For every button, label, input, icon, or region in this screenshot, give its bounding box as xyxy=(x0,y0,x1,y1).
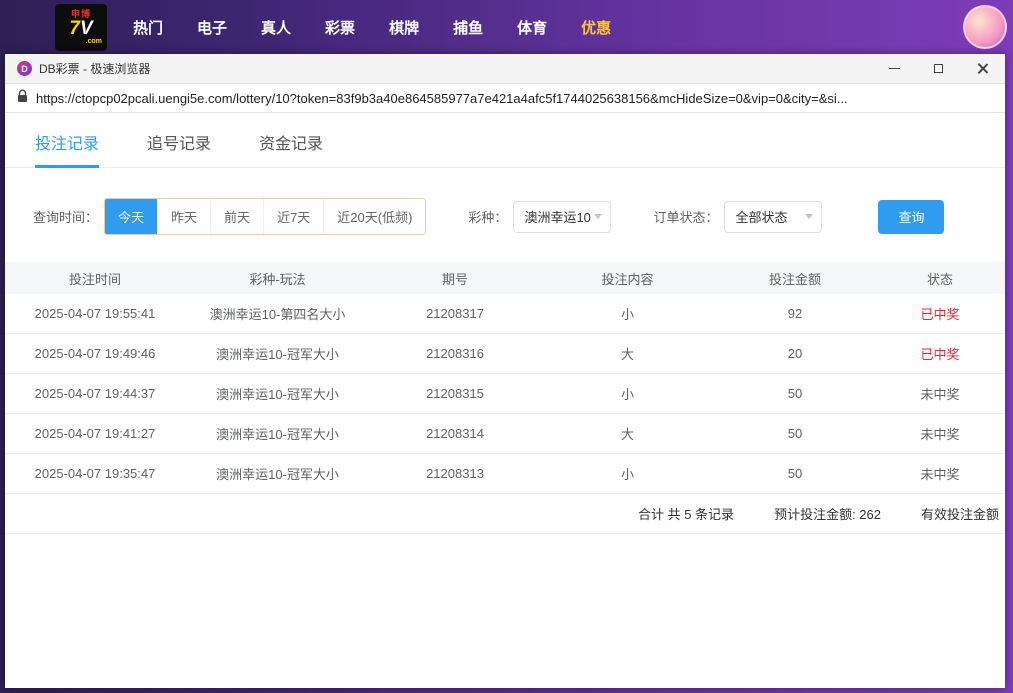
table-row: 2025-04-07 19:49:46 澳洲幸运10-冠军大小 21208316… xyxy=(5,334,1005,374)
site-nav-items: 热门 电子 真人 彩票 棋牌 捕鱼 体育 优惠 xyxy=(133,17,611,38)
table-header-row: 投注时间彩种-玩法期号投注内容投注金额状态 xyxy=(5,262,1005,294)
bet-records-table: 投注时间彩种-玩法期号投注内容投注金额状态 2025-04-07 19:55:4… xyxy=(5,262,1005,534)
site-logo-suffix: .com xyxy=(55,38,107,45)
nav-item[interactable]: 体育 xyxy=(517,17,547,38)
table-body: 2025-04-07 19:55:41 澳洲幸运10-第四名大小 2120831… xyxy=(5,294,1005,494)
maximize-icon[interactable] xyxy=(931,62,945,76)
bet-issue: 21208316 xyxy=(370,346,540,361)
nav-item[interactable]: 彩票 xyxy=(325,17,355,38)
close-icon[interactable] xyxy=(975,62,989,76)
bet-content: 小 xyxy=(540,304,715,323)
column-header: 期号 xyxy=(370,269,540,288)
bet-status: 已中奖 xyxy=(875,344,1005,363)
browser-favicon-icon: D xyxy=(17,61,32,76)
column-header: 投注金额 xyxy=(715,269,875,288)
time-range-option[interactable]: 昨天 xyxy=(157,199,210,234)
bet-amount: 20 xyxy=(715,346,875,361)
filter-bar: 查询时间： 今天昨天前天近7天近20天(低频) 彩种： 澳洲幸运10 订单状态：… xyxy=(33,198,1005,235)
column-header: 投注内容 xyxy=(540,269,715,288)
bet-amount: 50 xyxy=(715,466,875,481)
bet-amount: 50 xyxy=(715,386,875,401)
site-logo[interactable]: 申博 7V .com xyxy=(55,4,107,51)
time-range-option[interactable]: 前天 xyxy=(210,199,263,234)
summary-valid-amount: 有效投注金额 xyxy=(921,504,999,523)
table-row: 2025-04-07 19:55:41 澳洲幸运10-第四名大小 2120831… xyxy=(5,294,1005,334)
bet-issue: 21208317 xyxy=(370,306,540,321)
order-status-select[interactable]: 全部状态 xyxy=(724,201,822,233)
lottery-filter-label: 彩种： xyxy=(468,207,507,226)
table-row: 2025-04-07 19:41:27 澳洲幸运10-冠军大小 21208314… xyxy=(5,414,1005,454)
bet-time: 2025-04-07 19:55:41 xyxy=(5,306,185,321)
bet-time: 2025-04-07 19:49:46 xyxy=(5,346,185,361)
bet-status: 已中奖 xyxy=(875,304,1005,323)
table-row: 2025-04-07 19:35:47 澳洲幸运10-冠军大小 21208313… xyxy=(5,454,1005,494)
table-summary-row: 合计 共 5 条记录 预计投注金额: 262 有效投注金额 xyxy=(5,494,1005,534)
summary-total: 合计 共 5 条记录 xyxy=(638,504,734,523)
column-header: 彩种-玩法 xyxy=(185,269,370,288)
bet-content: 小 xyxy=(540,464,715,483)
order-status-value: 全部状态 xyxy=(735,207,787,226)
bet-amount: 50 xyxy=(715,426,875,441)
url-text: https://ctopcp02pcali.uengi5e.com/lotter… xyxy=(36,91,848,106)
time-range-option[interactable]: 近20天(低频) xyxy=(323,199,425,234)
record-tabs: 投注记录 追号记录 资金记录 xyxy=(5,113,1005,168)
bet-status: 未中奖 xyxy=(875,464,1005,483)
lottery-select-value: 澳洲幸运10 xyxy=(524,207,590,226)
column-header: 状态 xyxy=(875,269,1005,288)
time-filter-label: 查询时间： xyxy=(33,207,98,226)
bet-status: 未中奖 xyxy=(875,384,1005,403)
nav-item[interactable]: 优惠 xyxy=(581,17,611,38)
tab[interactable]: 追号记录 xyxy=(147,130,211,167)
user-avatar[interactable] xyxy=(963,5,1007,49)
bet-amount: 92 xyxy=(715,306,875,321)
column-header: 投注时间 xyxy=(5,269,185,288)
table-row: 2025-04-07 19:44:37 澳洲幸运10-冠军大小 21208315… xyxy=(5,374,1005,414)
tab[interactable]: 资金记录 xyxy=(259,130,323,167)
bet-game: 澳洲幸运10-第四名大小 xyxy=(185,304,370,323)
site-logo-main-text: 7V xyxy=(55,20,107,38)
site-navbar: 申博 7V .com 热门 电子 真人 彩票 棋牌 捕鱼 体育 优惠 xyxy=(0,0,1013,54)
bet-game: 澳洲幸运10-冠军大小 xyxy=(185,384,370,403)
lock-icon xyxy=(17,89,28,108)
bet-game: 澳洲幸运10-冠军大小 xyxy=(185,344,370,363)
time-range-option[interactable]: 近7天 xyxy=(263,199,323,234)
nav-item[interactable]: 真人 xyxy=(261,17,291,38)
nav-item[interactable]: 电子 xyxy=(197,17,227,38)
bet-time: 2025-04-07 19:44:37 xyxy=(5,386,185,401)
bet-game: 澳洲幸运10-冠军大小 xyxy=(185,464,370,483)
bet-game: 澳洲幸运10-冠军大小 xyxy=(185,424,370,443)
lottery-select[interactable]: 澳洲幸运10 xyxy=(513,201,611,233)
bet-time: 2025-04-07 19:35:47 xyxy=(5,466,185,481)
minimize-icon[interactable] xyxy=(887,62,901,76)
chevron-down-icon xyxy=(805,214,813,219)
bet-status: 未中奖 xyxy=(875,424,1005,443)
nav-item[interactable]: 捕鱼 xyxy=(453,17,483,38)
time-range-option[interactable]: 今天 xyxy=(105,199,157,234)
bet-content: 大 xyxy=(540,344,715,363)
nav-item[interactable]: 棋牌 xyxy=(389,17,419,38)
window-title: DB彩票 - 极速浏览器 xyxy=(39,60,150,77)
bet-issue: 21208313 xyxy=(370,466,540,481)
tab[interactable]: 投注记录 xyxy=(35,130,99,167)
page-content: 投注记录 追号记录 资金记录 查询时间： 今天昨天前天近7天近20天(低频) 彩种：… xyxy=(5,113,1005,688)
bet-content: 小 xyxy=(540,384,715,403)
window-controls xyxy=(887,62,993,76)
summary-expected-amount: 预计投注金额: 262 xyxy=(774,504,881,523)
nav-item[interactable]: 热门 xyxy=(133,17,163,38)
search-button[interactable]: 查询 xyxy=(878,200,944,234)
order-status-label: 订单状态： xyxy=(653,207,718,226)
chevron-down-icon xyxy=(594,214,602,219)
browser-window: D DB彩票 - 极速浏览器 https://ctopcp02pcali.uen… xyxy=(5,54,1005,688)
address-bar[interactable]: https://ctopcp02pcali.uengi5e.com/lotter… xyxy=(5,84,1005,113)
bet-issue: 21208314 xyxy=(370,426,540,441)
bet-time: 2025-04-07 19:41:27 xyxy=(5,426,185,441)
bet-content: 大 xyxy=(540,424,715,443)
time-range-group: 今天昨天前天近7天近20天(低频) xyxy=(104,198,426,235)
bet-issue: 21208315 xyxy=(370,386,540,401)
window-titlebar: D DB彩票 - 极速浏览器 xyxy=(5,54,1005,84)
